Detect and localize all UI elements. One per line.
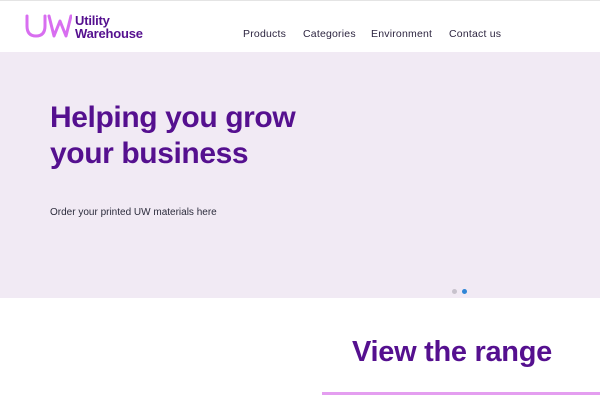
site-header: Utility Warehouse Products Categories En… (0, 0, 600, 53)
hero-title: Helping you grow your business (50, 100, 296, 172)
hero-banner: Helping you grow your business Order you… (0, 52, 600, 298)
uw-logo-icon (25, 14, 72, 38)
carousel-dot-2[interactable] (462, 289, 467, 294)
brand-logo[interactable]: Utility Warehouse (24, 11, 156, 41)
carousel-dot-1[interactable] (452, 289, 457, 294)
hero-title-line1: Helping you grow (50, 101, 296, 134)
nav-item-contact-us[interactable]: Contact us (449, 28, 501, 40)
view-range-underline (322, 392, 600, 395)
hero-subtitle: Order your printed UW materials here (50, 207, 217, 218)
brand-name-line2: Warehouse (75, 26, 143, 41)
view-range-heading: View the range (352, 336, 552, 368)
hero-title-line2: your business (50, 137, 249, 170)
nav-item-products[interactable]: Products (243, 28, 286, 40)
brand-name: Utility Warehouse (75, 14, 143, 40)
nav-item-environment[interactable]: Environment (371, 28, 432, 40)
nav-item-categories[interactable]: Categories (303, 28, 356, 40)
